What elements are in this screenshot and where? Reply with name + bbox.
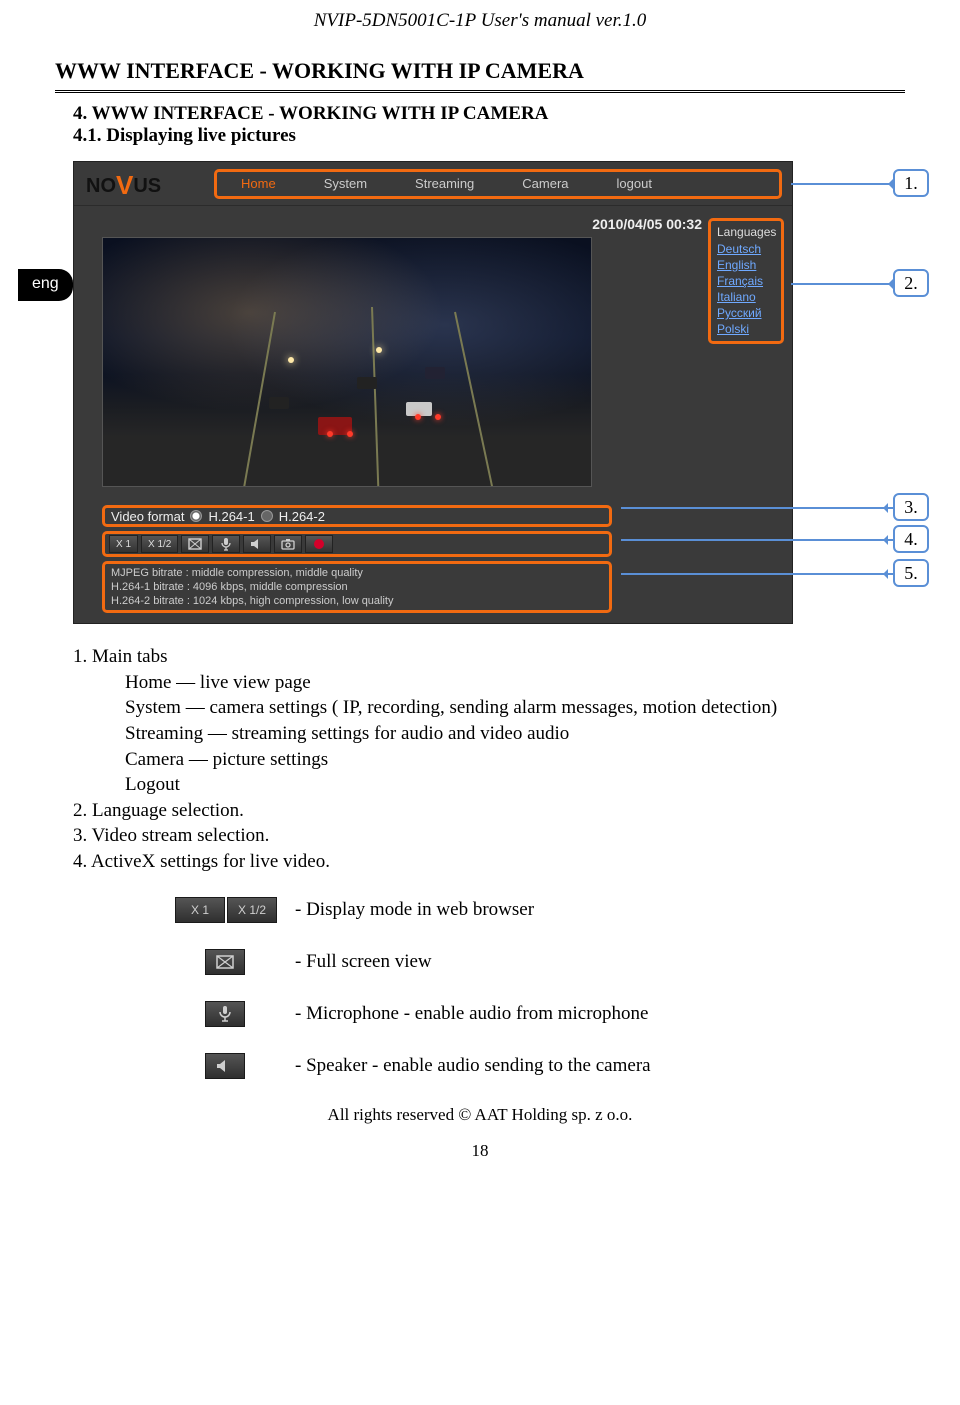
desc-display-mode: - Display mode in web browser bbox=[295, 899, 534, 921]
radio-h264-1[interactable] bbox=[190, 510, 202, 522]
divider bbox=[55, 90, 905, 93]
xhalf-button[interactable]: X 1/2 bbox=[141, 535, 178, 553]
radio-h264-2-label: H.264-2 bbox=[279, 509, 325, 524]
live-video-preview bbox=[102, 237, 592, 487]
icon-row-microphone: - Microphone - enable audio from microph… bbox=[175, 1001, 905, 1027]
bitrate-line-1: MJPEG bitrate : middle compression, midd… bbox=[111, 566, 603, 580]
icon-row-fullscreen: - Full screen view bbox=[175, 949, 905, 975]
microphone-icon-button bbox=[205, 1001, 245, 1027]
list-1: 1. Main tabs bbox=[73, 644, 905, 670]
x1-button[interactable]: X 1 bbox=[109, 535, 138, 553]
callout-arrow-5 bbox=[621, 573, 896, 575]
record-button[interactable] bbox=[305, 535, 333, 553]
callout-4: 4. bbox=[893, 525, 929, 553]
record-icon bbox=[314, 539, 324, 549]
lang-deutsch[interactable]: Deutsch bbox=[717, 241, 775, 257]
nav-home[interactable]: Home bbox=[217, 172, 300, 196]
fullscreen-icon bbox=[216, 955, 234, 969]
fullscreen-icon bbox=[188, 538, 202, 550]
icon-row-speaker: - Speaker - enable audio sending to the … bbox=[175, 1053, 905, 1079]
list-1b: System — camera settings ( IP, recording… bbox=[73, 695, 905, 721]
heading-4: 4. WWW INTERFACE - WORKING WITH IP CAMER… bbox=[55, 103, 905, 125]
screenshot-figure: eng NOVUS Home System Streaming Camera l… bbox=[73, 161, 905, 624]
lang-italiano[interactable]: Italiano bbox=[717, 289, 775, 305]
doc-language-tab: eng bbox=[18, 269, 73, 301]
speaker-icon bbox=[216, 1059, 234, 1073]
callout-3: 3. bbox=[893, 493, 929, 521]
bitrate-info-box: MJPEG bitrate : middle compression, midd… bbox=[102, 561, 612, 613]
list-1d: Camera — picture settings bbox=[73, 747, 905, 773]
section-title: WWW INTERFACE - WORKING WITH IP CAMERA bbox=[55, 50, 905, 90]
languages-header: Languages bbox=[717, 225, 775, 239]
microphone-icon bbox=[218, 1005, 232, 1023]
nav-logout[interactable]: logout bbox=[593, 172, 676, 196]
callout-arrow-2 bbox=[791, 283, 901, 285]
radio-h264-2[interactable] bbox=[261, 510, 273, 522]
bitrate-line-2: H.264-1 bitrate : 4096 kbps, middle comp… bbox=[111, 580, 603, 594]
lang-russian[interactable]: Русский bbox=[717, 305, 775, 321]
speaker-icon-button bbox=[205, 1053, 245, 1079]
logo-text-a: NO bbox=[86, 175, 116, 197]
callout-5: 5. bbox=[893, 559, 929, 587]
nav-camera[interactable]: Camera bbox=[498, 172, 592, 196]
icon-row-display-mode: X 1 X 1/2 - Display mode in web browser bbox=[175, 897, 905, 923]
nav-system[interactable]: System bbox=[300, 172, 391, 196]
list-1e: Logout bbox=[73, 772, 905, 798]
page-number: 18 bbox=[55, 1141, 905, 1171]
microphone-button[interactable] bbox=[212, 535, 240, 553]
desc-fullscreen: - Full screen view bbox=[295, 951, 432, 973]
logo-text-b: US bbox=[133, 175, 161, 197]
activex-controls-row: X 1 X 1/2 bbox=[102, 531, 612, 557]
radio-h264-1-label: H.264-1 bbox=[208, 509, 254, 524]
callout-arrow-4 bbox=[621, 539, 896, 541]
logo-text-v: V bbox=[116, 170, 133, 200]
bitrate-line-3: H.264-2 bitrate : 1024 kbps, high compre… bbox=[111, 594, 603, 608]
list-1c: Streaming — streaming settings for audio… bbox=[73, 721, 905, 747]
callout-1: 1. bbox=[893, 169, 929, 197]
lang-polski[interactable]: Polski bbox=[717, 321, 775, 337]
snapshot-icon bbox=[281, 538, 295, 550]
page-footer-copyright: All rights reserved © AAT Holding sp. z … bbox=[55, 1105, 905, 1125]
snapshot-button[interactable] bbox=[274, 535, 302, 553]
language-select-box: Languages Deutsch English Français Itali… bbox=[708, 218, 784, 344]
list-4: 4. ActiveX settings for live video. bbox=[73, 849, 905, 875]
callout-2: 2. bbox=[893, 269, 929, 297]
novus-logo: NOVUS bbox=[74, 168, 204, 199]
list-2: 2. Language selection. bbox=[73, 798, 905, 824]
body-text: 1. Main tabs Home — live view page Syste… bbox=[55, 644, 905, 875]
video-format-row: Video format H.264-1 H.264-2 bbox=[102, 505, 612, 527]
timestamp: 2010/04/05 00:32 bbox=[74, 206, 792, 237]
callout-arrow-1 bbox=[791, 183, 901, 185]
desc-microphone: - Microphone - enable audio from microph… bbox=[295, 1003, 649, 1025]
doc-header: NVIP-5DN5001C-1P User's manual ver.1.0 bbox=[55, 0, 905, 50]
list-1a: Home — live view page bbox=[73, 670, 905, 696]
lang-english[interactable]: English bbox=[717, 257, 775, 273]
nav-streaming[interactable]: Streaming bbox=[391, 172, 498, 196]
speaker-icon bbox=[250, 538, 264, 550]
speaker-button[interactable] bbox=[243, 535, 271, 553]
lang-francais[interactable]: Français bbox=[717, 273, 775, 289]
microphone-icon bbox=[220, 537, 232, 551]
fullscreen-icon-button bbox=[205, 949, 245, 975]
x1-icon-button: X 1 bbox=[175, 897, 225, 923]
desc-speaker: - Speaker - enable audio sending to the … bbox=[295, 1055, 651, 1077]
camera-web-ui-screenshot: NOVUS Home System Streaming Camera logou… bbox=[73, 161, 793, 624]
top-bar: NOVUS Home System Streaming Camera logou… bbox=[74, 162, 792, 206]
heading-4-1: 4.1. Displaying live pictures bbox=[55, 125, 905, 147]
list-3: 3. Video stream selection. bbox=[73, 823, 905, 849]
fullscreen-button[interactable] bbox=[181, 535, 209, 553]
xhalf-icon-button: X 1/2 bbox=[227, 897, 277, 923]
main-nav-highlight: Home System Streaming Camera logout bbox=[214, 169, 782, 199]
icon-descriptions: X 1 X 1/2 - Display mode in web browser … bbox=[175, 897, 905, 1079]
callout-arrow-3 bbox=[621, 507, 896, 509]
video-format-label: Video format bbox=[111, 509, 184, 524]
